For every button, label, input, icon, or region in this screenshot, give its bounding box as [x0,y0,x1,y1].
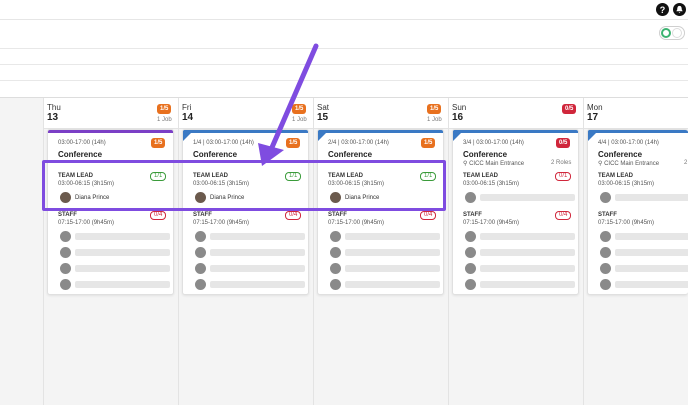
annotation-arrow [258,43,319,166]
scheduler-page: ? Thu 13 1/5 1 Job Fri 14 1/5 1 Job Sat … [0,0,688,405]
